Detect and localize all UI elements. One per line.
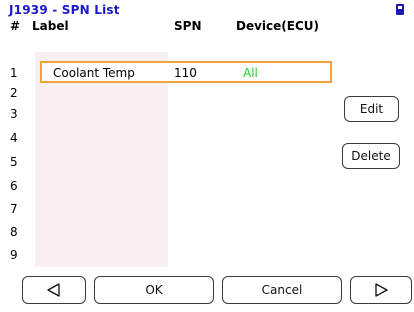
- next-button[interactable]: [350, 276, 412, 304]
- column-header-number: #: [10, 19, 21, 33]
- row-number: 2: [10, 86, 18, 100]
- row-number: 7: [10, 202, 18, 216]
- row-number: 5: [10, 155, 18, 169]
- column-header-device: Device(ECU): [236, 19, 320, 33]
- label-column-background: [35, 52, 168, 267]
- row-number: 9: [10, 248, 18, 262]
- row-number: 6: [10, 179, 18, 193]
- cancel-button[interactable]: Cancel: [222, 276, 342, 304]
- previous-button[interactable]: [22, 276, 86, 304]
- page-title: J1939 - SPN List: [9, 3, 120, 17]
- ok-button[interactable]: OK: [94, 276, 214, 304]
- column-header-label: Label: [32, 19, 69, 33]
- battery-icon: [396, 4, 404, 15]
- row-label: Coolant Temp: [53, 66, 135, 80]
- row-spn: 110: [174, 66, 197, 80]
- row-number: 3: [10, 107, 18, 121]
- row-number: 1: [10, 66, 18, 80]
- row-device: All: [243, 66, 258, 80]
- row-number: 8: [10, 225, 18, 239]
- edit-button[interactable]: Edit: [344, 96, 399, 122]
- row-number: 4: [10, 131, 18, 145]
- triangle-right-icon: [375, 283, 388, 297]
- triangle-left-icon: [47, 283, 60, 297]
- delete-button[interactable]: Delete: [342, 143, 400, 169]
- column-header-spn: SPN: [174, 19, 202, 33]
